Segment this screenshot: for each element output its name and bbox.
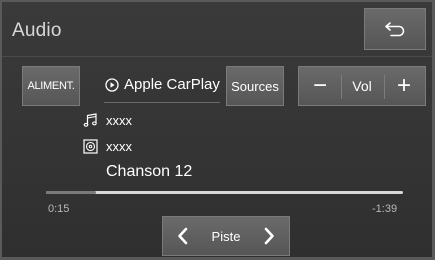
current-source[interactable]: Apple CarPlay (105, 76, 220, 93)
volume-divider (341, 75, 342, 99)
play-circle-icon (105, 77, 119, 92)
return-arrow-icon (385, 22, 405, 37)
chevron-right-icon[interactable] (261, 226, 277, 246)
sources-button[interactable]: Sources (226, 66, 284, 106)
track-label: Piste (211, 228, 241, 244)
header-divider (2, 56, 432, 57)
track-navigation: Piste (162, 216, 290, 256)
volume-up-button[interactable]: + (393, 74, 415, 98)
power-button-label: ALIMENT. (27, 80, 75, 92)
song-title: Chanson 12 (106, 163, 193, 180)
sources-button-label: Sources (231, 78, 279, 94)
artist-text: xxxx (106, 113, 132, 128)
music-note-icon (83, 113, 97, 127)
power-button[interactable]: ALIMENT. (22, 66, 80, 106)
remaining-time: -1:39 (372, 203, 398, 215)
back-button[interactable] (364, 8, 426, 50)
album-icon (83, 139, 98, 154)
audio-screen: Audio ALIMENT. Apple CarPlay Sources − V… (2, 2, 432, 257)
track-artist-row: xxxx (83, 113, 132, 128)
page-title: Audio (12, 20, 62, 41)
source-underline (104, 102, 220, 103)
volume-down-button[interactable]: − (309, 74, 331, 98)
volume-label: Vol (352, 78, 372, 94)
progress-fill (46, 191, 96, 194)
volume-divider (384, 75, 385, 99)
source-name: Apple CarPlay (124, 76, 220, 93)
elapsed-time: 0:15 (48, 203, 70, 215)
track-album-row: xxxx (83, 139, 132, 154)
progress-bar[interactable] (46, 191, 403, 194)
volume-control: − Vol + (298, 66, 426, 106)
album-text: xxxx (106, 139, 132, 154)
chevron-left-icon[interactable] (175, 226, 191, 246)
